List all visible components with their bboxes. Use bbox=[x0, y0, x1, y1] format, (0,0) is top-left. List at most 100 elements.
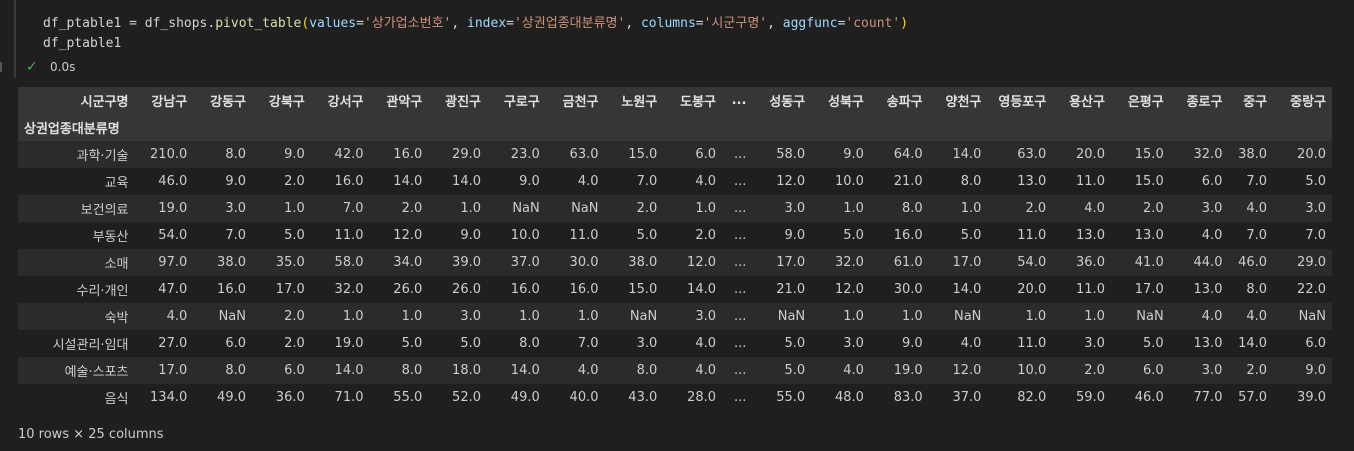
table-cell: 134.0 bbox=[134, 384, 194, 411]
table-cell: 12.0 bbox=[928, 357, 988, 384]
table-cell: 15.0 bbox=[604, 141, 664, 168]
table-cell: 1.0 bbox=[428, 195, 487, 222]
table-cell: 14.0 bbox=[487, 357, 546, 384]
code-token: ( bbox=[301, 16, 310, 31]
table-cell: 12.0 bbox=[752, 168, 812, 195]
table-cell: 5.0 bbox=[252, 222, 311, 249]
index-header-filler bbox=[1273, 114, 1332, 141]
index-header-filler bbox=[193, 114, 252, 141]
table-cell: ... bbox=[722, 357, 753, 384]
table-cell: 4.0 bbox=[663, 330, 722, 357]
row-label: 교육 bbox=[18, 168, 135, 195]
index-header-filler bbox=[869, 114, 929, 141]
table-cell: 2.0 bbox=[252, 168, 311, 195]
table-cell: 2.0 bbox=[1052, 357, 1111, 384]
column-header: 광진구 bbox=[428, 87, 487, 114]
table-cell: 9.0 bbox=[1273, 357, 1332, 384]
table-cell: NaN bbox=[1110, 303, 1170, 330]
table-cell: 210.0 bbox=[134, 141, 194, 168]
table-cell: 14.0 bbox=[928, 276, 988, 303]
table-cell: 38.0 bbox=[604, 249, 664, 276]
index-name: 상권업종대분류명 bbox=[18, 114, 135, 141]
table-cell: 32.0 bbox=[811, 249, 870, 276]
table-cell: 58.0 bbox=[752, 141, 812, 168]
table-row: 보건의료 19.0 3.0 1.0 7.0 2.0 1.0 NaN NaN 2.0 1.0... 3.… bbox=[18, 195, 1332, 222]
table-cell: 15.0 bbox=[604, 276, 664, 303]
table-cell: 8.0 bbox=[1228, 276, 1274, 303]
table-cell: 55.0 bbox=[369, 384, 429, 411]
check-icon: ✓ bbox=[26, 59, 38, 75]
table-cell: 38.0 bbox=[193, 249, 252, 276]
code-editor[interactable]: df_ptable1 = df_shops.pivot_table(values… bbox=[43, 14, 908, 54]
table-cell: 58.0 bbox=[310, 249, 370, 276]
column-header: 강북구 bbox=[252, 87, 311, 114]
table-cell: ... bbox=[722, 249, 753, 276]
table-cell: 17.0 bbox=[252, 276, 311, 303]
row-label: 음식 bbox=[18, 384, 135, 411]
table-cell: 5.0 bbox=[752, 330, 812, 357]
table-cell: 46.0 bbox=[1110, 384, 1170, 411]
table-cell: 20.0 bbox=[987, 276, 1053, 303]
column-header: 종로구 bbox=[1169, 87, 1229, 114]
table-cell: 4.0 bbox=[663, 357, 722, 384]
table-cell: 36.0 bbox=[252, 384, 311, 411]
table-cell: NaN bbox=[487, 195, 546, 222]
table-cell: 37.0 bbox=[487, 249, 546, 276]
column-header: 양천구 bbox=[928, 87, 988, 114]
table-cell: 29.0 bbox=[428, 141, 487, 168]
table-cell: 1.0 bbox=[252, 195, 311, 222]
table-cell: 14.0 bbox=[1228, 330, 1274, 357]
table-cell: 34.0 bbox=[369, 249, 429, 276]
table-cell: 54.0 bbox=[134, 222, 194, 249]
table-cell: ... bbox=[722, 330, 753, 357]
table-cell: 5.0 bbox=[428, 330, 487, 357]
code-token: '상가업소번호' bbox=[363, 16, 452, 31]
table-cell: 5.0 bbox=[1110, 330, 1170, 357]
table-cell: 8.0 bbox=[369, 357, 429, 384]
dataframe-table: 시군구명 강남구 강동구 강북구 강서구 관악구 광진구 구로구 금천구 노원구 도봉구... 성동… bbox=[18, 87, 1332, 411]
table-cell: 82.0 bbox=[987, 384, 1053, 411]
cell-gutter[interactable] bbox=[0, 0, 16, 78]
index-header-filler bbox=[1110, 114, 1170, 141]
column-header: 강남구 bbox=[134, 87, 194, 114]
table-cell: 8.0 bbox=[193, 141, 252, 168]
table-cell: 6.0 bbox=[252, 357, 311, 384]
code-token: '상권업종대분류명' bbox=[513, 16, 626, 31]
row-label: 숙박 bbox=[18, 303, 135, 330]
table-cell: 47.0 bbox=[134, 276, 194, 303]
table-footer: 10 rows × 25 columns bbox=[18, 427, 164, 442]
table-cell: 5.0 bbox=[369, 330, 429, 357]
table-cell: 11.0 bbox=[1052, 168, 1111, 195]
table-cell: 7.0 bbox=[545, 330, 605, 357]
table-cell: 4.0 bbox=[1228, 303, 1274, 330]
table-cell: 1.0 bbox=[811, 303, 870, 330]
table-cell: 9.0 bbox=[252, 141, 311, 168]
table-cell: 1.0 bbox=[987, 303, 1053, 330]
table-cell: 16.0 bbox=[545, 276, 605, 303]
table-cell: 27.0 bbox=[134, 330, 194, 357]
index-header-filler bbox=[604, 114, 664, 141]
table-cell: 8.0 bbox=[928, 168, 988, 195]
table-row: 숙박 4.0 NaN 2.0 1.0 1.0 3.0 1.0 1.0 NaN 3.0... NaN 1.… bbox=[18, 303, 1332, 330]
table-cell: 6.0 bbox=[1110, 357, 1170, 384]
column-header: 도봉구 bbox=[663, 87, 722, 114]
table-row: 소매 97.0 38.0 35.0 58.0 34.0 39.0 37.0 30.0 38.0 12… bbox=[18, 249, 1332, 276]
table-cell: 9.0 bbox=[811, 141, 870, 168]
table-cell: NaN bbox=[604, 303, 664, 330]
table-cell: 7.0 bbox=[604, 168, 664, 195]
table-row: 교육 46.0 9.0 2.0 16.0 14.0 14.0 9.0 4.0 7.0 4.0... 1… bbox=[18, 168, 1332, 195]
column-header: 영등포구 bbox=[987, 87, 1053, 114]
table-cell: ... bbox=[722, 303, 753, 330]
table-cell: 63.0 bbox=[545, 141, 605, 168]
table-cell: 2.0 bbox=[663, 222, 722, 249]
table-cell: 18.0 bbox=[428, 357, 487, 384]
table-cell: 7.0 bbox=[310, 195, 370, 222]
table-cell: 4.0 bbox=[134, 303, 194, 330]
column-header: 성북구 bbox=[811, 87, 870, 114]
table-cell: 3.0 bbox=[752, 195, 812, 222]
table-cell: 49.0 bbox=[487, 384, 546, 411]
table-cell: 2.0 bbox=[604, 195, 664, 222]
index-header-filler bbox=[487, 114, 546, 141]
column-header: 송파구 bbox=[869, 87, 929, 114]
table-cell: 14.0 bbox=[310, 357, 370, 384]
